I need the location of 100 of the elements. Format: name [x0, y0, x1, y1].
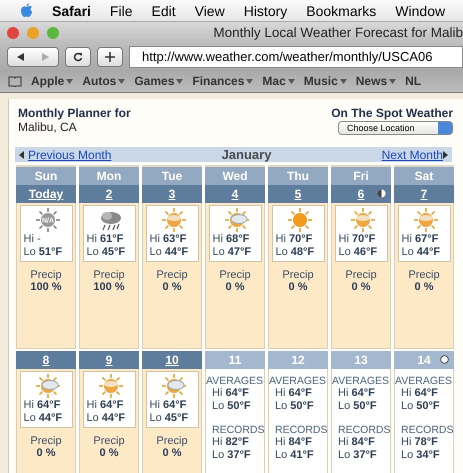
precip-value: 0 %: [226, 281, 244, 293]
menu-item[interactable]: File: [110, 2, 132, 18]
add-bookmark-button[interactable]: [97, 46, 123, 66]
plus-icon: [105, 52, 115, 62]
date-link[interactable]: 9: [106, 353, 112, 367]
precip-label: Precip: [30, 435, 62, 447]
app-menu[interactable]: Safari: [52, 2, 91, 18]
average-low: Lo 50°F: [275, 400, 314, 413]
bookmark-menu[interactable]: Music: [304, 74, 347, 88]
precip-value: 0 %: [414, 281, 434, 293]
averages-label: AVERAGES: [269, 375, 326, 387]
records-label: RECORDS: [401, 424, 454, 436]
averages-label: AVERAGES: [206, 375, 263, 387]
average-low: Lo 50°F: [212, 400, 251, 413]
low-temperature: Lo 48°F: [276, 246, 314, 259]
location-name: Malibu, CA: [18, 120, 78, 134]
low-temperature: Lo 45°F: [150, 412, 188, 425]
high-temperature: Hi 67°F: [402, 233, 438, 246]
date-link[interactable]: 8: [42, 353, 50, 367]
date-link[interactable]: 3: [168, 187, 176, 201]
menu-item[interactable]: Window: [395, 2, 446, 18]
day-name: Wed: [205, 165, 265, 185]
reload-icon: [73, 52, 83, 62]
date-link[interactable]: 10: [165, 353, 179, 367]
precip-label: Precip: [93, 435, 125, 447]
date-label: 14: [417, 353, 431, 367]
day-name: Sun: [16, 165, 76, 185]
location-select[interactable]: Choose Location: [338, 121, 453, 135]
average-high: Hi 64°F: [275, 387, 312, 400]
window-controls-icon[interactable]: [6, 26, 62, 40]
day-name: Fri: [331, 165, 391, 185]
record-high: Hi 84°F: [338, 436, 375, 449]
high-temperature: Hi 70°F: [276, 233, 312, 246]
precip-value: 0 %: [36, 447, 56, 459]
precip-value: 0 %: [288, 281, 308, 293]
records-label: RECORDS: [338, 424, 391, 436]
date-label: 11: [228, 353, 242, 367]
date-link[interactable]: 5: [294, 187, 302, 201]
bookmark-menu[interactable]: Finances: [192, 74, 254, 88]
address-field[interactable]: http://www.weather.com/weather/monthly/USCA06: [129, 46, 463, 68]
records-label: RECORDS: [275, 424, 328, 436]
average-high: Hi 64°F: [401, 387, 438, 400]
precip-label: Precip: [156, 269, 188, 281]
book-icon[interactable]: [8, 76, 22, 86]
precip-value: 0 %: [162, 447, 182, 459]
menu-item[interactable]: Edit: [151, 2, 176, 18]
previous-month-link[interactable]: Previous Month: [19, 148, 112, 162]
high-temperature: Hi -: [24, 233, 41, 246]
precip-value: 0 %: [352, 281, 370, 293]
low-temperature: Lo 46°F: [338, 246, 378, 259]
date-link[interactable]: 6: [358, 187, 364, 201]
high-temperature: Hi 63°F: [150, 233, 186, 246]
precip-value: 0 %: [100, 447, 118, 459]
precip-value: 100 %: [93, 281, 125, 293]
bookmark-menu[interactable]: Autos: [82, 74, 126, 88]
record-high: Hi 82°F: [212, 436, 249, 449]
low-temperature: Lo 44°F: [24, 412, 62, 425]
bookmark-menu[interactable]: Games: [134, 74, 184, 88]
date-label: 13: [354, 353, 368, 367]
menu-item[interactable]: Bookmarks: [306, 2, 376, 18]
average-high: Hi 64°F: [212, 387, 249, 400]
month-title: January: [222, 147, 272, 162]
right-arrow-icon: [442, 150, 448, 158]
left-arrow-icon: [19, 150, 24, 158]
menu-item[interactable]: View: [194, 2, 225, 18]
back-forward-button[interactable]: [7, 46, 59, 66]
date-link[interactable]: 4: [232, 187, 238, 201]
bookmark-menu[interactable]: Mac: [262, 74, 295, 88]
precip-label: Precip: [408, 269, 440, 281]
record-high: Hi 78°F: [401, 436, 438, 449]
day-name: Tue: [142, 165, 202, 185]
high-temperature: Hi 64°F: [150, 399, 186, 412]
low-temperature: Lo 44°F: [402, 246, 440, 259]
low-temperature: Lo 51°F: [24, 246, 62, 259]
next-month-link[interactable]: Next Month: [382, 148, 448, 162]
record-low: Lo 37°F: [212, 449, 251, 462]
window-title: Monthly Local Weather Forecast for Malib: [213, 25, 463, 40]
averages-label: AVERAGES: [395, 375, 452, 387]
date-label: 12: [291, 353, 305, 367]
reload-button[interactable]: [65, 46, 91, 66]
stepper-icon: [438, 122, 452, 134]
high-temperature: Hi 64°F: [24, 399, 60, 412]
average-low: Lo 50°F: [401, 400, 440, 413]
date-link[interactable]: 2: [106, 187, 112, 201]
high-temperature: Hi 70°F: [338, 233, 376, 246]
low-temperature: Lo 45°F: [86, 246, 126, 259]
precip-label: Precip: [93, 269, 125, 281]
precip-label: Precip: [282, 269, 314, 281]
bookmark-menu[interactable]: News: [356, 74, 396, 88]
day-name: Thu: [268, 165, 328, 185]
low-temperature: Lo 44°F: [150, 246, 188, 259]
record-low: Lo 37°F: [338, 449, 377, 462]
records-label: RECORDS: [212, 424, 265, 436]
bookmark-menu[interactable]: Apple: [31, 74, 74, 88]
bookmark-menu[interactable]: NL: [405, 74, 422, 88]
low-temperature: Lo 44°F: [86, 412, 126, 425]
date-link[interactable]: 7: [420, 187, 428, 201]
apple-logo-icon[interactable]: [20, 3, 33, 18]
high-temperature: Hi 61°F: [86, 233, 124, 246]
menu-item[interactable]: History: [244, 2, 288, 18]
